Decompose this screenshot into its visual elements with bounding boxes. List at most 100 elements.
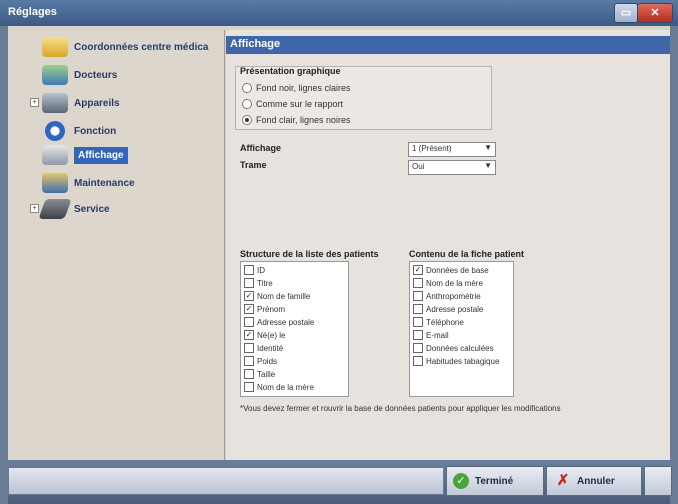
patient-list-checklist: ID Titre Nom de famille Prénom Adresse p…: [240, 261, 349, 397]
finish-label: Terminé: [475, 475, 514, 487]
checkbox-adresse-fiche[interactable]: Adresse postale: [413, 304, 483, 314]
tree-item-label: Appareils: [74, 97, 120, 109]
service-icon: [38, 199, 72, 219]
checkbox-habitudes[interactable]: Habitudes tabagique: [413, 356, 499, 366]
checkbox-label: Taille: [257, 369, 276, 379]
checkbox-label: Prénom: [257, 304, 286, 314]
checkbox-label: ID: [257, 265, 265, 275]
radio-label: Comme sur le rapport: [256, 99, 344, 109]
radio-label: Fond clair, lignes noires: [256, 115, 351, 125]
checkbox: [413, 265, 423, 275]
tree-item-fonction[interactable]: Fonction: [42, 120, 116, 142]
tree-item-label: Maintenance: [74, 177, 135, 189]
tree-item-coordonnees[interactable]: Coordonnées centre médica: [42, 36, 208, 58]
checkbox-telephone[interactable]: Téléphone: [413, 317, 464, 327]
trame-select[interactable]: Oui ▼: [408, 160, 496, 175]
checkbox: [244, 278, 254, 288]
checkbox: [244, 343, 254, 353]
window-frame-left: [0, 26, 8, 504]
radio-label: Fond noir, lignes claires: [256, 83, 351, 93]
patient-file-title: Contenu de la fiche patient: [409, 249, 525, 259]
minimize-button[interactable]: ▭: [614, 3, 638, 23]
checkbox-label: Téléphone: [426, 317, 464, 327]
check-icon: ✓: [453, 473, 469, 489]
checkbox-taille[interactable]: Taille: [244, 369, 275, 379]
cancel-button[interactable]: ✗ Annuler: [546, 466, 642, 496]
checkbox: [413, 291, 423, 301]
checkbox-label: Anthropométrie: [426, 291, 481, 301]
checkbox: [244, 356, 254, 366]
checkbox: [244, 330, 254, 340]
tree-item-maintenance[interactable]: Maintenance: [42, 172, 135, 194]
radio-indicator: [242, 99, 252, 109]
close-button[interactable]: ✕: [637, 3, 673, 23]
display-select[interactable]: 1 (Présent) ▼: [408, 142, 496, 157]
checkbox-donnees-calculees[interactable]: Données calculées: [413, 343, 494, 353]
checkbox: [413, 304, 423, 314]
minimize-icon: ▭: [620, 7, 632, 19]
checkbox: [244, 369, 254, 379]
checkbox-prenom[interactable]: Prénom: [244, 304, 285, 314]
checkbox-label: Données de base: [426, 265, 489, 275]
doctors-icon: [42, 65, 68, 85]
checkbox-label: Adresse postale: [426, 304, 484, 314]
graphics-group-title: Présentation graphique: [240, 66, 341, 76]
display-label: Affichage: [240, 143, 282, 153]
checkbox-anthropometrie[interactable]: Anthropométrie: [413, 291, 481, 301]
checkbox-label: Nom de famille: [257, 291, 311, 301]
checkbox-label: Né(e) le: [257, 330, 286, 340]
tree-item-label: Coordonnées centre médica: [74, 41, 209, 53]
settings-window: Réglages ▭ ✕ Coordonnées centre médica D…: [0, 0, 678, 504]
checkbox-ne-le[interactable]: Né(e) le: [244, 330, 285, 340]
title-bar: Réglages ▭ ✕: [0, 0, 678, 26]
radio-as-report[interactable]: Comme sur le rapport: [242, 99, 343, 109]
footer-end-cap: [644, 466, 672, 496]
display-icon: [42, 145, 68, 165]
display-select-value: 1 (Présent): [412, 144, 452, 153]
checkbox-label: Données calculées: [426, 343, 494, 353]
checkbox-identite[interactable]: Identité: [244, 343, 283, 353]
checkbox-email[interactable]: E-mail: [413, 330, 449, 340]
radio-light-background[interactable]: Fond clair, lignes noires: [242, 115, 351, 125]
trame-select-value: Oui: [412, 162, 425, 171]
tree-item-affichage[interactable]: Affichage: [42, 144, 128, 166]
tree-item-label: Service: [74, 203, 110, 215]
panel-header: Affichage: [226, 36, 670, 54]
cancel-label: Annuler: [577, 475, 615, 487]
tree-item-docteurs[interactable]: Docteurs: [42, 64, 117, 86]
function-icon: [45, 121, 65, 141]
checkbox-label: Nom de la mère: [257, 382, 314, 392]
chevron-down-icon: ▼: [484, 143, 492, 152]
trame-label: Trame: [240, 160, 267, 170]
radio-indicator: [242, 83, 252, 93]
radio-dark-background[interactable]: Fond noir, lignes claires: [242, 83, 351, 93]
expand-icon[interactable]: +: [30, 204, 39, 213]
checkbox: [244, 382, 254, 392]
devices-icon: [42, 93, 68, 113]
checkbox: [413, 330, 423, 340]
checkbox: [244, 265, 254, 275]
tree-item-service[interactable]: Service: [38, 198, 110, 220]
finish-button[interactable]: ✓ Terminé: [446, 466, 544, 496]
tree-item-label: Docteurs: [74, 69, 118, 81]
checkbox-nom-mere[interactable]: Nom de la mère: [244, 382, 314, 392]
checkbox-id[interactable]: ID: [244, 265, 265, 275]
checkbox: [413, 317, 423, 327]
checkbox-label: E-mail: [426, 330, 449, 340]
folder-icon: [42, 37, 68, 57]
checkbox-label: Titre: [257, 278, 273, 288]
tree-item-label: Fonction: [74, 125, 117, 137]
radio-indicator: [242, 115, 252, 125]
checkbox-nom-famille[interactable]: Nom de famille: [244, 291, 310, 301]
checkbox-titre[interactable]: Titre: [244, 278, 273, 288]
tree-item-appareils[interactable]: Appareils: [42, 92, 120, 114]
checkbox: [413, 343, 423, 353]
checkbox-poids[interactable]: Poids: [244, 356, 277, 366]
checkbox-adresse[interactable]: Adresse postale: [244, 317, 314, 327]
maintenance-icon: [42, 173, 68, 193]
patient-file-checklist: Données de base Nom de la mère Anthropom…: [409, 261, 514, 397]
checkbox-donnees-base[interactable]: Données de base: [413, 265, 489, 275]
expand-icon[interactable]: +: [30, 98, 39, 107]
checkbox-nom-mere-fiche[interactable]: Nom de la mère: [413, 278, 483, 288]
cross-icon: ✗: [556, 472, 570, 489]
